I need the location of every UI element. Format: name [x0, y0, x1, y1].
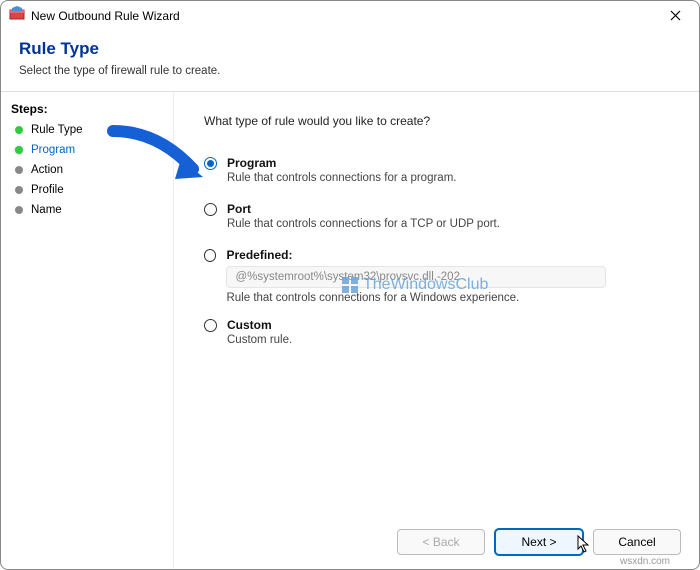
- steps-label: Steps:: [11, 102, 165, 116]
- predefined-dropdown[interactable]: @%systemroot%\system32\provsvc.dll,-202: [226, 266, 606, 288]
- firewall-icon: [9, 6, 25, 27]
- option-desc: Rule that controls connections for a TCP…: [227, 218, 500, 230]
- radio-program[interactable]: [204, 157, 217, 170]
- body: Steps: Rule Type Program Action Profile …: [1, 92, 699, 569]
- step-label: Program: [31, 144, 75, 156]
- option-program[interactable]: Program Rule that controls connections f…: [204, 156, 673, 184]
- next-button[interactable]: Next >: [495, 529, 583, 555]
- header: Rule Type Select the type of firewall ru…: [1, 31, 699, 87]
- step-label: Name: [31, 204, 62, 216]
- option-predefined[interactable]: Predefined: @%systemroot%\system32\provs…: [204, 248, 673, 304]
- option-label: Custom: [227, 318, 292, 332]
- window-title: New Outbound Rule Wizard: [31, 9, 180, 23]
- bullet-icon: [15, 206, 23, 214]
- bullet-icon: [15, 186, 23, 194]
- option-port[interactable]: Port Rule that controls connections for …: [204, 202, 673, 230]
- steps-sidebar: Steps: Rule Type Program Action Profile …: [1, 92, 173, 569]
- radio-custom[interactable]: [204, 319, 217, 332]
- titlebar: New Outbound Rule Wizard: [1, 1, 699, 31]
- step-profile[interactable]: Profile: [11, 180, 165, 200]
- close-icon[interactable]: [660, 4, 691, 28]
- step-program[interactable]: Program: [11, 140, 165, 160]
- cancel-button[interactable]: Cancel: [593, 529, 681, 555]
- page-title: Rule Type: [19, 39, 681, 59]
- back-button: < Back: [397, 529, 485, 555]
- bullet-icon: [15, 166, 23, 174]
- bullet-icon: [15, 146, 23, 154]
- option-desc: Rule that controls connections for a Win…: [226, 292, 673, 304]
- option-desc: Rule that controls connections for a pro…: [227, 172, 456, 184]
- option-label: Program: [227, 156, 456, 170]
- step-label: Profile: [31, 184, 64, 196]
- step-label: Rule Type: [31, 124, 83, 136]
- wizard-window: New Outbound Rule Wizard Rule Type Selec…: [0, 0, 700, 570]
- radio-predefined[interactable]: [204, 249, 216, 262]
- credit: wsxdn.com: [620, 556, 698, 570]
- radio-port[interactable]: [204, 203, 217, 216]
- bullet-icon: [15, 126, 23, 134]
- step-action[interactable]: Action: [11, 160, 165, 180]
- main-panel: What type of rule would you like to crea…: [173, 92, 699, 569]
- option-desc: Custom rule.: [227, 334, 292, 346]
- option-custom[interactable]: Custom Custom rule.: [204, 318, 673, 346]
- option-label: Predefined:: [226, 248, 673, 262]
- step-name[interactable]: Name: [11, 200, 165, 220]
- step-rule-type[interactable]: Rule Type: [11, 120, 165, 140]
- button-bar: < Back Next > Cancel: [397, 529, 681, 555]
- step-label: Action: [31, 164, 63, 176]
- page-subtitle: Select the type of firewall rule to crea…: [19, 65, 681, 77]
- question-text: What type of rule would you like to crea…: [204, 114, 673, 128]
- option-label: Port: [227, 202, 500, 216]
